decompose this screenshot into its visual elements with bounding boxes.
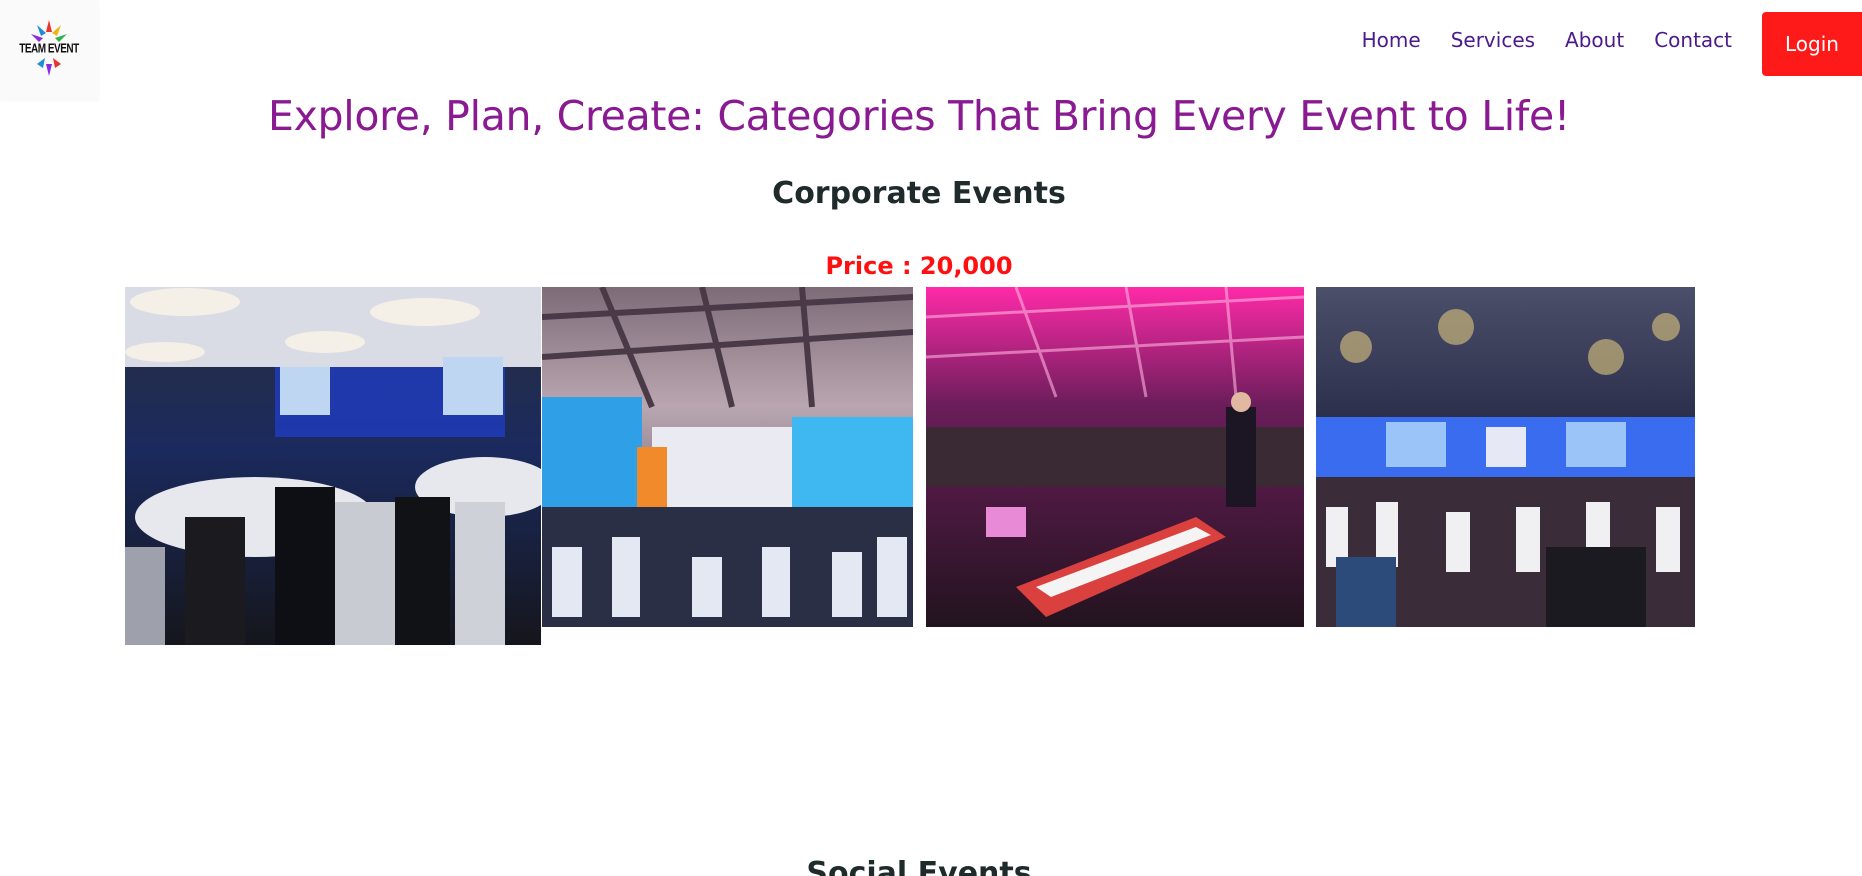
price-label: Price : 20,000 <box>825 252 1013 280</box>
logo-mark: TEAM EVENT <box>19 20 79 80</box>
nav-contact[interactable]: Contact <box>1654 28 1732 52</box>
nav-home[interactable]: Home <box>1362 28 1421 52</box>
dinner-conference-photo[interactable] <box>542 287 913 627</box>
login-button[interactable]: Login <box>1762 12 1862 76</box>
banquet-hall-photo[interactable] <box>125 287 541 645</box>
section-title-social: Social Events <box>806 856 1032 876</box>
page-headline: Explore, Plan, Create: Categories That B… <box>267 92 1571 140</box>
nav-services[interactable]: Services <box>1451 28 1535 52</box>
logo[interactable]: TEAM EVENT <box>0 0 98 100</box>
ballroom-presentation-photo[interactable] <box>1316 287 1695 627</box>
section-title-corporate: Corporate Events <box>772 176 1066 211</box>
logo-text: TEAM EVENT <box>19 42 79 57</box>
main-nav: Home Services About Contact <box>1362 28 1732 52</box>
page: TEAM EVENT Home Services About Contact L… <box>0 0 1862 876</box>
nav-about[interactable]: About <box>1565 28 1624 52</box>
pink-stage-keyboard-photo[interactable] <box>926 287 1304 627</box>
